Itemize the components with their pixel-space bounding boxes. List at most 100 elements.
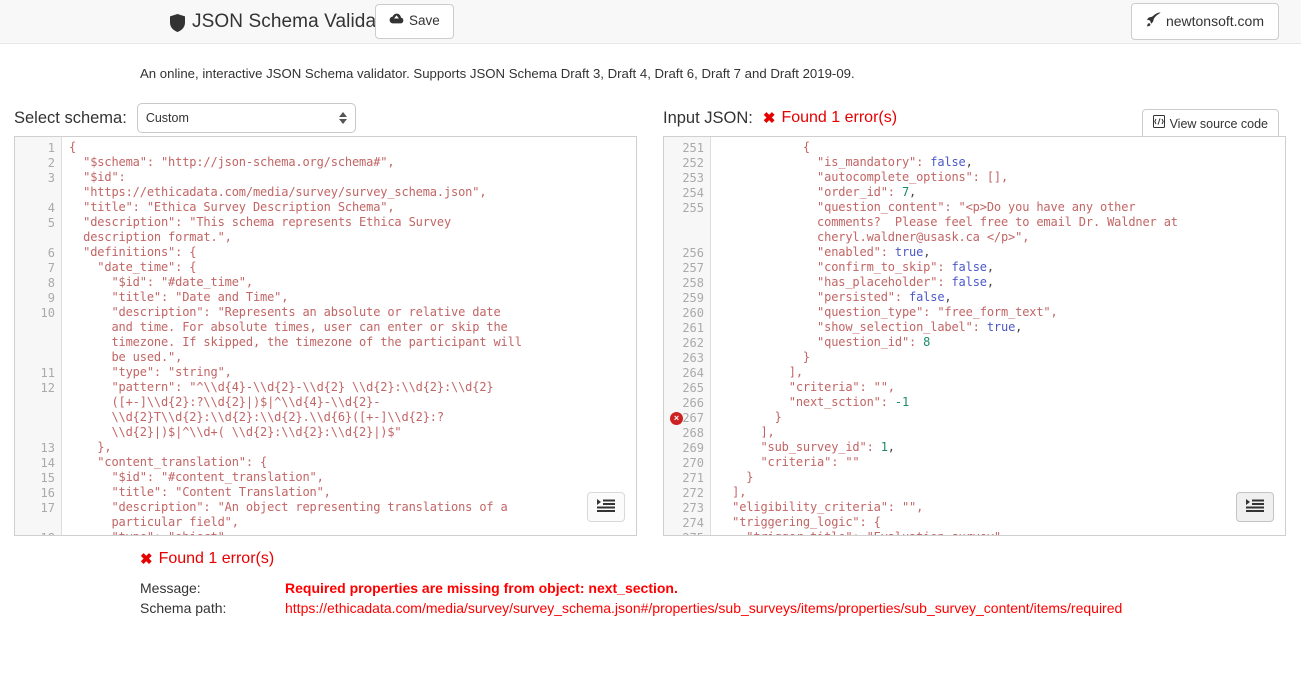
schema-editor[interactable]: 12345678910111213141516171819 { "$schema… [14, 136, 637, 536]
code-token: , [888, 440, 895, 454]
line-number: 11 [15, 366, 55, 381]
code-line: cheryl.waldner@usask.ca </p>", [718, 230, 1281, 245]
code-line: { [718, 140, 1281, 155]
line-number: 264 [664, 366, 704, 381]
json-editor-code[interactable]: { "is_mandatory": false, "autocomplete_o… [712, 137, 1285, 535]
code-token: "sub_survey_id": [718, 440, 881, 454]
code-token: false [951, 260, 986, 274]
code-line: ([+-]\\d{2}:?\\d{2}|)$|^\\d{4}-\\d{2}- [69, 395, 632, 410]
line-number: 266 [664, 396, 704, 411]
code-line: }, [69, 440, 632, 455]
error-details-grid: Message: Required properties are missing… [140, 580, 1301, 616]
line-number: 272 [664, 486, 704, 501]
code-line: "title": "Date and Time", [69, 290, 632, 305]
code-token: , [987, 260, 994, 274]
code-token: -1 [895, 395, 909, 409]
save-button-label: Save [409, 12, 440, 30]
code-line: "title": "Content Translation", [69, 485, 632, 500]
json-editor[interactable]: 2512522532542552562572582592602612622632… [663, 136, 1286, 536]
newtonsoft-link-button[interactable]: newtonsoft.com [1131, 3, 1279, 41]
schema-editor-gutter: 12345678910111213141516171819 [15, 137, 62, 535]
line-number: 14 [15, 456, 55, 471]
code-line: "show_selection_label": true, [718, 320, 1281, 335]
app-brand[interactable]: JSON Schema Validator [170, 11, 399, 33]
error-details-title-text: Found 1 error(s) [159, 550, 275, 568]
json-pane-header: Input JSON: ✖ Found 1 error(s) [663, 100, 1286, 136]
code-token: 8 [923, 335, 930, 349]
code-token: "confirm_to_skip": [718, 260, 951, 274]
code-line: \\d{2}|)$|^\\d+( \\d{2}:\\d{2}:\\d{2}|)$… [69, 425, 632, 440]
json-format-button[interactable] [1236, 492, 1274, 522]
code-token: true [895, 245, 923, 259]
code-token: , [909, 185, 916, 199]
code-line: "question_content": "<p>Do you have any … [718, 200, 1281, 215]
schema-select[interactable]: Custom [137, 103, 356, 133]
schema-pane-header: Select schema: Custom [14, 100, 637, 136]
line-number: 255 [664, 201, 704, 216]
code-token: "question_id": [718, 335, 923, 349]
code-line: "description": "This schema represents E… [69, 215, 632, 230]
code-line: "question_type": "free_form_text", [718, 305, 1281, 320]
code-line: "persisted": false, [718, 290, 1281, 305]
json-pane: Input JSON: ✖ Found 1 error(s) 251252253… [663, 100, 1286, 536]
save-button[interactable]: Save [375, 4, 454, 38]
line-number: 262 [664, 336, 704, 351]
code-token: , [1015, 320, 1022, 334]
shield-icon [170, 14, 185, 32]
line-number: 2 [15, 156, 55, 171]
code-line: and time. For absolute times, user can e… [69, 320, 632, 335]
code-line: } [718, 470, 1281, 485]
code-line: "type": "object", [69, 530, 632, 535]
code-token: "next_sction": [718, 395, 895, 409]
code-line: "description": "Represents an absolute o… [69, 305, 632, 320]
format-indent-icon [597, 499, 615, 516]
x-mark-icon: ✖ [140, 552, 153, 567]
schema-format-button[interactable] [587, 492, 625, 522]
line-number: 268 [664, 426, 704, 441]
code-line: "sub_survey_id": 1, [718, 440, 1281, 455]
schema-editor-code[interactable]: { "$schema": "http://json-schema.org/sch… [63, 137, 636, 535]
code-token: false [951, 275, 986, 289]
code-line: "https://ethicadata.com/media/survey/sur… [69, 185, 632, 200]
code-line: particular field", [69, 515, 632, 530]
code-line: comments? Please feel free to email Dr. … [718, 215, 1281, 230]
line-number: 12 [15, 381, 55, 396]
code-token: , [923, 245, 930, 259]
code-token: , [944, 290, 951, 304]
code-line: "$id": "#content_translation", [69, 470, 632, 485]
rocket-icon [1146, 12, 1161, 32]
line-number: 6 [15, 246, 55, 261]
error-details-title: ✖ Found 1 error(s) [140, 550, 1301, 568]
line-number: 251 [664, 141, 704, 156]
line-number: 7 [15, 261, 55, 276]
line-number: 4 [15, 201, 55, 216]
code-token: "is_mandatory": [718, 155, 930, 169]
code-line: ], [718, 425, 1281, 440]
input-json-label: Input JSON: [663, 109, 753, 128]
code-line: "trigger_title": "Evaluation survey", [718, 530, 1281, 535]
code-line: timezone. If skipped, the timezone of th… [69, 335, 632, 350]
error-message-row: Message: Required properties are missing… [140, 580, 1301, 596]
code-line: "has_placeholder": false, [718, 275, 1281, 290]
code-token: , [987, 275, 994, 289]
select-schema-label: Select schema: [14, 109, 127, 128]
code-token: "order_id": [718, 185, 902, 199]
error-schema-path-label: Schema path: [140, 600, 285, 616]
line-number: 274 [664, 516, 704, 531]
code-line: "criteria": "" [718, 455, 1281, 470]
code-token: "show_selection_label": [718, 320, 987, 334]
line-number: 271 [664, 471, 704, 486]
line-number: 5 [15, 216, 55, 231]
code-line: "enabled": true, [718, 245, 1281, 260]
line-number: 275 [664, 531, 704, 536]
error-message-value: Required properties are missing from obj… [285, 580, 678, 596]
x-mark-icon: ✖ [763, 111, 776, 126]
code-token: "enabled": [718, 245, 895, 259]
code-token: true [987, 320, 1015, 334]
code-line: "triggering_logic": { [718, 515, 1281, 530]
error-details-panel: ✖ Found 1 error(s) Message: Required pro… [0, 550, 1301, 616]
line-number: 10 [15, 306, 55, 321]
error-circle-icon[interactable]: × [670, 412, 683, 425]
code-line: "definitions": { [69, 245, 632, 260]
code-line: { [69, 140, 632, 155]
